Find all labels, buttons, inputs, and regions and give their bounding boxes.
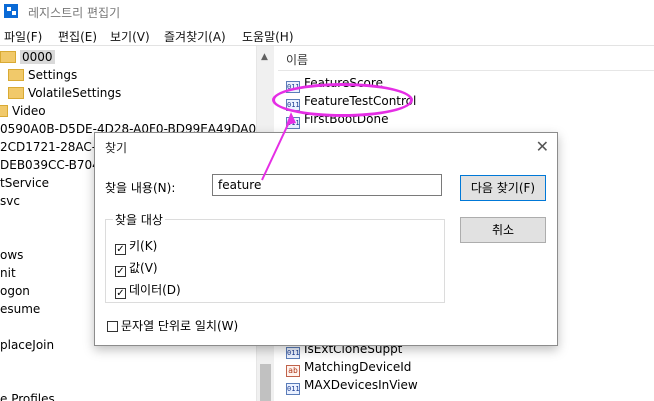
annotation-arrow	[261, 112, 296, 181]
